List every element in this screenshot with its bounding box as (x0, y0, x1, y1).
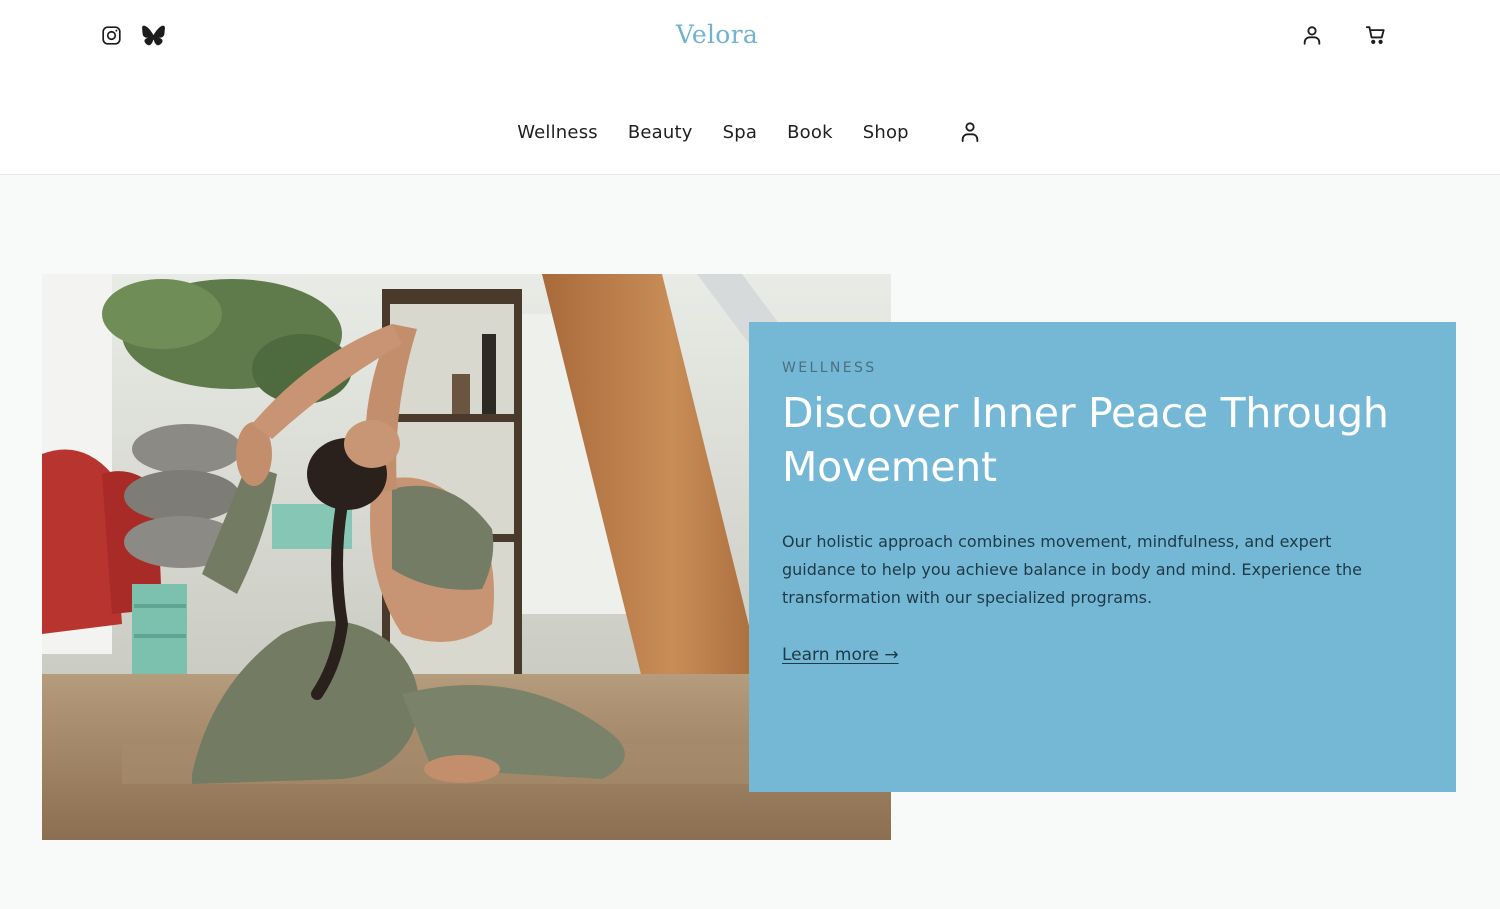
main-nav: Wellness Beauty Spa Book Shop (0, 119, 1484, 145)
brand-logo[interactable]: Velora (0, 20, 1434, 49)
hero-headline: Discover Inner Peace Through Movement (782, 389, 1389, 491)
account-icon[interactable] (1300, 22, 1324, 48)
nav-account-icon[interactable] (958, 119, 982, 145)
hero-body-text: Our holistic approach combines movement,… (782, 532, 1362, 607)
nav-item-shop[interactable]: Shop (863, 122, 909, 143)
nav-item-wellness[interactable]: Wellness (517, 122, 598, 143)
hero-eyebrow: WELLNESS (782, 360, 877, 376)
learn-more-link[interactable]: Learn more → (782, 645, 899, 665)
cart-icon[interactable] (1364, 22, 1388, 48)
utility-links (1300, 22, 1388, 48)
nav-item-book[interactable]: Book (787, 122, 833, 143)
site-header: Velora Wellness Beauty Spa Book Shop (0, 0, 1500, 175)
hero-content-card: WELLNESS Discover Inner Peace Through Mo… (749, 322, 1456, 792)
nav-item-spa[interactable]: Spa (723, 122, 757, 143)
nav-item-beauty[interactable]: Beauty (628, 122, 693, 143)
